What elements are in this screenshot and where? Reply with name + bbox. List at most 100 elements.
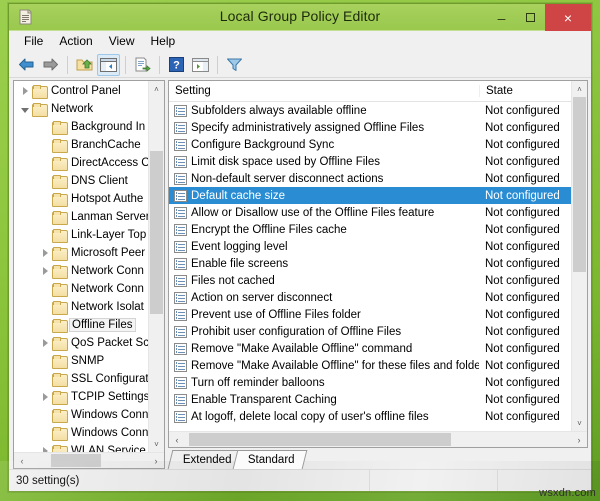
list-hscroll-track[interactable] [185,432,571,447]
tree-node[interactable]: Offline Files [14,316,148,334]
tree-node-label: Windows Conn [71,427,148,439]
tree-scroll-right-button[interactable]: › [148,453,164,468]
tree-node[interactable]: QoS Packet Sc [14,334,148,352]
maximize-button[interactable] [516,4,545,31]
export-list-icon[interactable] [131,54,154,76]
chevron-right-icon[interactable] [38,244,52,262]
tree-node[interactable]: DNS Client [14,172,148,190]
tree-node[interactable]: WLAN Service [14,442,148,452]
tree-node[interactable]: Link-Layer Top [14,226,148,244]
tree-scroll-thumb[interactable] [150,151,163,314]
list-scroll-down-button[interactable]: ˅ [572,415,587,431]
list-hscroll-thumb[interactable] [188,433,452,446]
tree-hscroll-thumb[interactable] [51,454,101,467]
table-row[interactable]: Encrypt the Offline Files cache Not confi… [169,221,571,238]
forward-icon[interactable] [39,54,62,76]
menu-file[interactable]: File [16,32,51,51]
tree-node[interactable]: Network Isolat [14,298,148,316]
menu-action[interactable]: Action [51,32,100,51]
column-header-state[interactable]: State [479,85,571,97]
tree-scroll-track[interactable] [149,97,164,436]
svg-text:?: ? [173,60,180,72]
tree-hscroll-track[interactable] [30,453,148,468]
tree-node[interactable]: BranchCache [14,136,148,154]
menu-view[interactable]: View [101,32,143,51]
list-scroll-thumb[interactable] [573,97,586,272]
table-row[interactable]: Enable Transparent Caching Not configured [169,391,571,408]
table-row[interactable]: Action on server disconnect Not configure… [169,289,571,306]
tree-node[interactable]: Microsoft Peer [14,244,148,262]
show-hide-console-tree-icon[interactable] [97,53,120,76]
table-row[interactable]: Subfolders always available offline Not c… [169,102,571,119]
list-horizontal-scrollbar[interactable]: ‹ › [169,431,587,447]
tab-standard[interactable]: Standard [232,450,307,469]
table-row[interactable]: Remove "Make Available Offline" command N… [169,340,571,357]
tree-scroll-up-button[interactable]: ˄ [149,81,164,97]
tree-node[interactable]: Windows Conn [14,406,148,424]
table-row[interactable]: Prohibit user configuration of Offline F… [169,323,571,340]
table-row[interactable]: Event logging level Not configured [169,238,571,255]
menu-help[interactable]: Help [143,32,184,51]
tree-node[interactable]: Network Conn [14,262,148,280]
table-row[interactable]: Limit disk space used by Offline Files No… [169,153,571,170]
table-row[interactable]: Allow or Disallow use of the Offline Fil… [169,204,571,221]
tree-node[interactable]: DirectAccess C [14,154,148,172]
list-rows[interactable]: Subfolders always available offline Not c… [169,102,571,431]
tree-node[interactable]: Lanman Server [14,208,148,226]
show-hide-action-pane-icon[interactable] [189,54,212,76]
tree-node-label: Link-Layer Top [71,229,147,241]
table-row[interactable]: Prevent use of Offline Files folder Not c… [169,306,571,323]
console-tree[interactable]: Control Panel Network Background In BranchC… [14,81,148,452]
table-row[interactable]: At logoff, delete local copy of user's o… [169,408,571,425]
list-scroll-left-button[interactable]: ‹ [169,432,185,447]
tree-scroll-down-button[interactable]: ˅ [149,436,164,452]
table-row[interactable]: Default cache size Not configured [169,187,571,204]
filter-icon[interactable] [223,54,246,76]
list-scroll-up-button[interactable]: ˄ [572,81,587,97]
chevron-right-icon[interactable] [38,262,52,280]
tree-horizontal-scrollbar[interactable]: ‹ › [14,452,164,468]
help-icon[interactable]: ? [165,54,188,76]
tree-scroll-left-button[interactable]: ‹ [14,453,30,468]
setting-state: Not configured [485,138,560,151]
folder-icon [52,211,68,225]
tree-node[interactable]: SNMP [14,352,148,370]
tree-node[interactable]: Background In [14,118,148,136]
minimize-button[interactable]: – [487,4,516,31]
view-tabs[interactable]: Extended Standard [167,449,588,469]
title-bar[interactable]: Local Group Policy Editor – × [9,4,591,31]
tree-node-label: SNMP [71,355,105,367]
tree-node[interactable]: Network Conn [14,280,148,298]
tree-node[interactable]: Windows Conn [14,424,148,442]
list-scroll-track[interactable] [572,97,587,415]
tree-node[interactable]: Control Panel [14,82,148,100]
setting-state: Not configured [485,189,560,202]
list-scroll-right-button[interactable]: › [571,432,587,447]
column-header-setting[interactable]: Setting [169,85,479,97]
table-row[interactable]: Files not cached Not configured [169,272,571,289]
table-row[interactable]: Non-default server disconnect actions Not… [169,170,571,187]
close-button[interactable]: × [545,4,591,31]
chevron-right-icon[interactable] [38,442,52,452]
console-tree-pane: Control Panel Network Background In BranchC… [13,80,165,469]
table-row[interactable]: Configure Background Sync Not configured [169,136,571,153]
up-one-level-icon[interactable] [73,54,96,76]
tree-node[interactable]: TCPIP Settings [14,388,148,406]
chevron-right-icon[interactable] [38,334,52,352]
table-row[interactable]: Enable file screens Not configured [169,255,571,272]
back-icon[interactable] [15,54,38,76]
table-row[interactable]: Specify administratively assigned Offlin… [169,119,571,136]
tree-vertical-scrollbar[interactable]: ˄ ˅ [148,81,164,452]
tree-node[interactable]: SSL Configurat [14,370,148,388]
chevron-down-icon[interactable] [18,100,32,118]
chevron-right-icon[interactable] [38,388,52,406]
chevron-right-icon[interactable] [18,82,32,100]
table-row[interactable]: Turn off reminder balloons Not configured [169,374,571,391]
list-vertical-scrollbar[interactable]: ˄ ˅ [571,81,587,431]
tree-node[interactable]: Network [14,100,148,118]
table-row[interactable]: Remove "Make Available Offline" for thes… [169,357,571,374]
tree-node[interactable]: Hotspot Authe [14,190,148,208]
